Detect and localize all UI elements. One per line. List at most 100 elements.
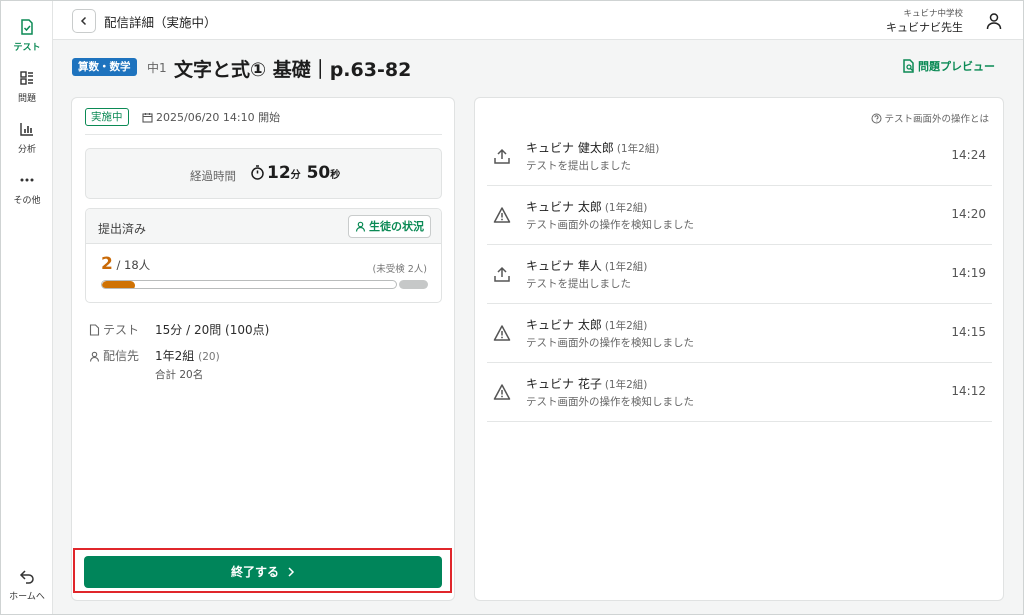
log-description: テストを提出しました [526, 278, 631, 290]
end-test-label: 終了する [230, 565, 279, 579]
top-header: 配信詳細（実施中） キュビナ中学校 キュビナビ先生 [53, 1, 1023, 40]
school-name: キュビナ中学校 [903, 9, 963, 19]
log-item: キュビナ 健太郎 (1年2組) テストを提出しました 14:24 [487, 127, 992, 186]
sidebar-item-label: その他 [13, 196, 41, 206]
log-time: 14:19 [951, 266, 986, 280]
document-icon [89, 324, 100, 336]
warning-icon [493, 207, 511, 223]
page-title: 文字と式① 基礎｜p.63-82 [174, 59, 412, 81]
submission-progress-fill [102, 281, 135, 288]
sidebar-item-test[interactable]: テスト [1, 18, 53, 53]
elapsed-seconds: 50 [306, 163, 331, 183]
student-class: (1年2組) [616, 143, 660, 155]
person-outline-icon [89, 351, 100, 362]
submitted-label: 提出済み [98, 222, 147, 236]
divider [85, 134, 442, 135]
log-description: テスト画面外の操作を検知しました [526, 396, 694, 408]
student-name-text: キュビナ 隼人 [526, 259, 602, 273]
test-info-value: 15分 / 20問 (100点) [155, 323, 270, 337]
student-name-text: キュビナ 健太郎 [526, 141, 614, 155]
elapsed-label: 経過時間 [190, 169, 236, 183]
log-time: 14:24 [951, 148, 986, 162]
test-info-label: テスト [89, 321, 149, 338]
student-name-text: キュビナ 太郎 [526, 318, 602, 332]
home-label: ホームへ [9, 592, 45, 602]
person-icon [355, 221, 366, 232]
end-test-button[interactable]: 終了する [84, 556, 442, 588]
test-label-text: テスト [103, 323, 140, 337]
log-time: 14:20 [951, 207, 986, 221]
warning-icon [493, 384, 511, 400]
student-name: キュビナ 花子 (1年2組) [526, 375, 647, 392]
document-preview-icon [903, 59, 914, 73]
target-info-label: 配信先 [89, 347, 149, 364]
home-button[interactable]: ホームへ [1, 567, 53, 602]
target-class: 1年2組 [155, 349, 195, 363]
student-name: キュビナ 太郎 (1年2組) [526, 198, 647, 215]
minutes-unit: 分 [290, 170, 301, 181]
student-class: (1年2組) [604, 320, 648, 332]
preview-label: 問題プレビュー [918, 60, 995, 73]
sidebar-item-label: 分析 [17, 145, 36, 155]
student-status-button[interactable]: 生徒の状況 [348, 215, 431, 238]
back-button[interactable] [72, 9, 96, 33]
upload-icon [494, 266, 510, 282]
chevron-right-icon [288, 567, 295, 577]
test-icon [21, 19, 33, 35]
seconds-unit: 秒 [330, 170, 341, 181]
sidebar-item-questions[interactable]: 問題 [1, 69, 53, 104]
log-time: 14:12 [951, 384, 986, 398]
student-name-text: キュビナ 太郎 [526, 200, 602, 214]
elapsed-time: 12分 50秒 [250, 163, 340, 183]
help-label: テスト画面外の操作とは [884, 114, 989, 125]
log-time: 14:15 [951, 325, 986, 339]
user-account-icon[interactable] [985, 12, 1003, 30]
log-item: キュビナ 花子 (1年2組) テスト画面外の操作を検知しました 14:12 [487, 363, 992, 422]
student-class: (1年2組) [604, 261, 648, 273]
log-item: キュビナ 隼人 (1年2組) テストを提出しました 14:19 [487, 245, 992, 304]
student-status-label: 生徒の状況 [369, 220, 424, 233]
chevron-left-icon [80, 16, 87, 26]
student-name-text: キュビナ 花子 [526, 377, 602, 391]
sidebar-item-more[interactable]: その他 [1, 171, 53, 206]
back-arrow-icon [19, 570, 34, 584]
calendar-icon [142, 113, 153, 123]
submission-header: 提出済み 生徒の状況 [86, 209, 441, 244]
student-name: キュビナ 太郎 (1年2組) [526, 316, 647, 333]
help-circle-icon [871, 113, 882, 124]
summary-card: 実施中 2025/06/20 14:10 開始 経過時間 12分 50秒 提出済… [71, 97, 455, 601]
page-header-title: 配信詳細（実施中） [104, 15, 217, 30]
sidebar: テスト 問題 分析 その他 ホームへ [1, 1, 53, 614]
question-preview-link[interactable]: 問題プレビュー [902, 58, 995, 74]
untaken-progress-bar [399, 280, 428, 289]
submission-box: 提出済み 生徒の状況 2 / 18人 (未受検 2人) [85, 208, 442, 303]
sidebar-item-label: テスト [13, 43, 41, 53]
sidebar-item-label: 問題 [17, 94, 36, 104]
activity-log-card: テスト画面外の操作とは キュビナ 健太郎 (1年2組) テストを提出しました 14:2… [474, 97, 1004, 601]
more-icon [20, 178, 34, 182]
student-class: (1年2組) [604, 202, 648, 214]
total-students: 合計 20名 [155, 369, 204, 381]
help-link[interactable]: テスト画面外の操作とは [871, 111, 989, 125]
student-name: キュビナ 健太郎 (1年2組) [526, 139, 659, 156]
stopwatch-icon [251, 165, 264, 180]
submitted-total: / 18人 [112, 258, 151, 272]
target-label-text: 配信先 [103, 349, 140, 363]
analysis-icon [20, 123, 33, 136]
grade-label: 中1 [147, 61, 167, 75]
upload-icon [494, 148, 510, 164]
log-item: キュビナ 太郎 (1年2組) テスト画面外の操作を検知しました 14:20 [487, 186, 992, 245]
student-class: (1年2組) [604, 379, 648, 391]
submitted-number: 2 [101, 254, 113, 274]
log-description: テスト画面外の操作を検知しました [526, 337, 694, 349]
target-count: (20) [198, 351, 220, 363]
subject-badge: 算数・数学 [72, 58, 137, 76]
start-text: 2025/06/20 14:10 開始 [156, 111, 281, 124]
questions-icon [20, 71, 33, 85]
student-name: キュビナ 隼人 (1年2組) [526, 257, 647, 274]
elapsed-time-box: 経過時間 12分 50秒 [85, 148, 442, 199]
teacher-name: キュビナビ先生 [886, 21, 963, 34]
target-info-value: 1年2組 (20) [155, 347, 220, 364]
sidebar-item-analysis[interactable]: 分析 [1, 120, 53, 155]
submitted-count: 2 / 18人 [101, 254, 150, 274]
